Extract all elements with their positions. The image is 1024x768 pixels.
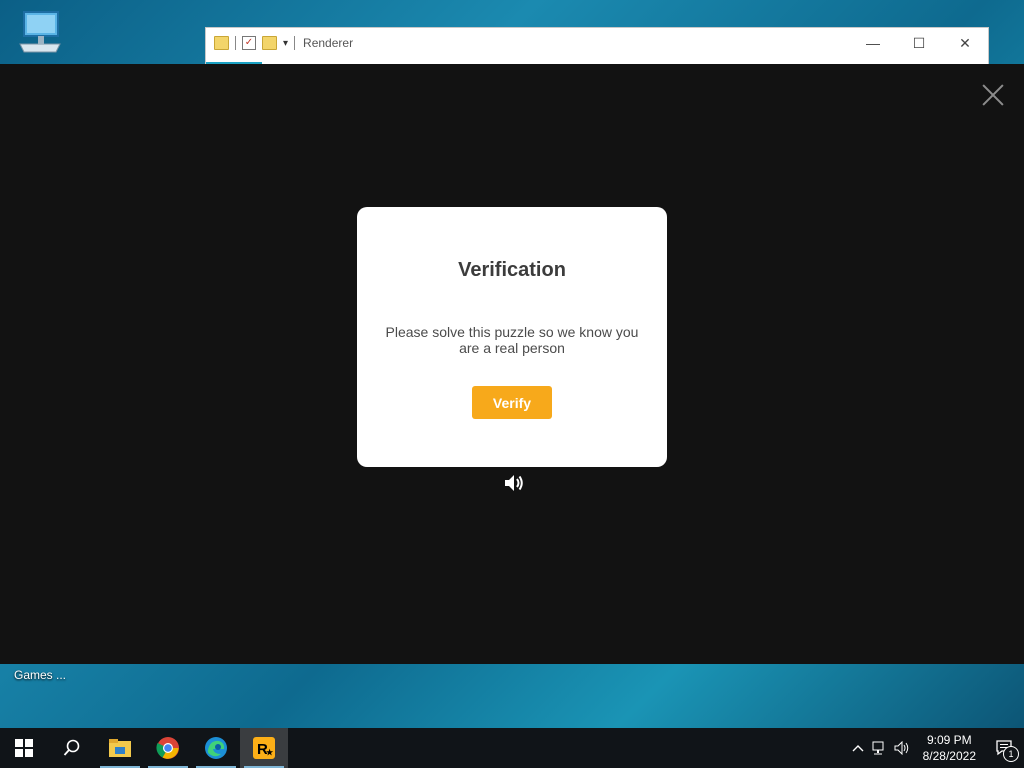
toolbar-separator [235, 36, 236, 50]
file-explorer-icon [109, 739, 131, 757]
overlay-close-icon[interactable] [982, 84, 1004, 106]
close-window-button[interactable]: ✕ [942, 28, 988, 58]
show-hidden-icons-chevron-icon[interactable] [847, 744, 869, 752]
system-tray: 9:09 PM 8/28/2022 1 [847, 728, 1024, 768]
windows-logo-icon [15, 739, 33, 757]
taskbar-file-explorer[interactable] [96, 728, 144, 768]
computer-icon [19, 11, 61, 53]
folder-icon[interactable] [214, 36, 229, 50]
chrome-icon [156, 737, 179, 759]
desktop-icon-my-computer[interactable] [14, 10, 66, 59]
clock-date: 8/28/2022 [922, 749, 976, 763]
properties-icon[interactable]: ✓ [242, 36, 256, 50]
notification-count-badge: 1 [1003, 746, 1019, 762]
rockstar-games-icon: R ★ [253, 737, 275, 759]
search-button[interactable] [48, 728, 96, 768]
verification-overlay: Verification Please solve this puzzle so… [0, 64, 1024, 664]
audio-challenge-icon[interactable] [503, 473, 525, 493]
file-explorer-window[interactable]: ✓ ▾ Renderer — ☐ ✕ [205, 27, 989, 67]
taskbar: R ★ 9:09 PM 8/28/2022 1 [0, 728, 1024, 768]
quick-access-toolbar: ✓ ▾ [214, 36, 296, 50]
toolbar-separator [294, 36, 296, 50]
window-controls: — ☐ ✕ [850, 28, 988, 58]
volume-icon[interactable] [891, 741, 913, 755]
minimize-button[interactable]: — [850, 28, 896, 58]
new-folder-icon[interactable] [262, 36, 277, 50]
taskbar-rockstar-launcher[interactable]: R ★ [240, 728, 288, 768]
verify-button[interactable]: Verify [472, 386, 552, 419]
svg-text:★: ★ [266, 748, 274, 757]
verification-modal: Verification Please solve this puzzle so… [357, 207, 667, 467]
desktop-label-games[interactable]: Games ... [14, 668, 66, 682]
network-icon[interactable] [869, 741, 891, 755]
edge-icon [205, 737, 227, 759]
modal-message: Please solve this puzzle so we know you … [385, 324, 639, 356]
taskbar-clock[interactable]: 9:09 PM 8/28/2022 [913, 732, 986, 764]
start-button[interactable] [0, 728, 48, 768]
explorer-titlebar[interactable]: ✓ ▾ Renderer — ☐ ✕ [206, 28, 988, 58]
taskbar-chrome[interactable] [144, 728, 192, 768]
search-icon [63, 739, 80, 756]
taskbar-edge[interactable] [192, 728, 240, 768]
maximize-button[interactable]: ☐ [896, 28, 942, 58]
clock-time: 9:09 PM [926, 733, 972, 747]
action-center-button[interactable]: 1 [986, 728, 1024, 768]
customize-dropdown-icon[interactable]: ▾ [283, 38, 288, 49]
modal-title: Verification [458, 259, 566, 281]
window-title: Renderer [303, 36, 354, 50]
